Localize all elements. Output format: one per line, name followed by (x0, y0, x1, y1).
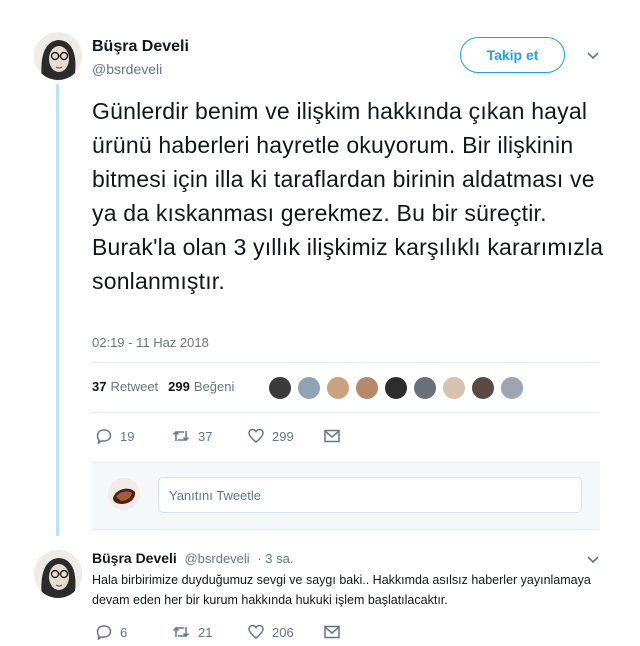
tweet-text: Günlerdir benim ve ilişkim hakkında çıka… (92, 98, 604, 294)
like-count: 299 (168, 379, 190, 394)
retweet-action[interactable]: 21 (172, 624, 224, 640)
reply-tweet-time[interactable]: · 3 sa. (257, 551, 293, 566)
like-stat[interactable]: 299 Beğeni (168, 379, 234, 394)
follow-button[interactable]: Takip et (460, 37, 565, 73)
heart-icon (248, 624, 264, 639)
divider (92, 362, 600, 363)
reply-icon (96, 625, 112, 640)
liker-avatar[interactable] (326, 376, 350, 400)
mail-icon (324, 625, 340, 639)
mail-icon (324, 429, 340, 443)
current-user-avatar (108, 478, 140, 510)
reply-icon (96, 429, 112, 444)
tweet-stats: 37 Retweet 299 Beğeni (92, 379, 244, 394)
reply-action[interactable]: 19 (96, 428, 148, 444)
chevron-down-icon[interactable] (586, 49, 600, 63)
message-action[interactable] (324, 625, 376, 639)
reply-tweet-header: Büşra Develi @bsrdeveli · 3 sa. (92, 550, 293, 566)
retweet-stat-label: Retweet (110, 379, 159, 394)
reply-input[interactable]: Yanıtını Tweetle (158, 477, 582, 513)
liker-avatars (268, 376, 529, 400)
tweet-actions: 19 37 299 (96, 428, 400, 444)
liker-avatar[interactable] (297, 376, 321, 400)
author-name[interactable]: Büşra Develi (92, 38, 189, 56)
like-count: 206 (272, 624, 294, 640)
liker-avatar[interactable] (355, 376, 379, 400)
retweet-icon (172, 430, 190, 442)
liker-avatar[interactable] (268, 376, 292, 400)
liker-avatar[interactable] (442, 376, 466, 400)
retweet-stat[interactable]: 37 Retweet (92, 379, 158, 394)
author-avatar[interactable] (34, 32, 82, 80)
liker-avatar[interactable] (500, 376, 524, 400)
message-action[interactable] (324, 429, 376, 443)
thread-connector-line (56, 84, 59, 536)
liker-avatar[interactable] (413, 376, 437, 400)
retweet-action[interactable]: 37 (172, 428, 224, 444)
author-handle[interactable]: @bsrdeveli (92, 61, 162, 77)
like-action[interactable]: 206 (248, 624, 300, 640)
reply-tweet-text: Hala birbirimize duyduğumuz sevgi ve say… (92, 573, 591, 607)
like-count: 299 (272, 428, 294, 444)
reply-tweet-actions: 6 21 206 (96, 624, 400, 640)
retweet-icon (172, 626, 190, 638)
reply-action[interactable]: 6 (96, 624, 148, 640)
reply-count: 6 (120, 624, 128, 640)
reply-author-avatar[interactable] (34, 550, 82, 598)
chevron-down-icon[interactable] (586, 553, 600, 567)
heart-icon (248, 428, 264, 443)
retweet-count: 21 (198, 624, 213, 640)
retweet-count: 37 (92, 379, 107, 394)
reply-author-name[interactable]: Büşra Develi (92, 550, 177, 566)
tweet-timestamp[interactable]: 02:19 - 11 Haz 2018 (92, 335, 209, 350)
like-action[interactable]: 299 (248, 428, 300, 444)
retweet-count: 37 (198, 428, 213, 444)
liker-avatar[interactable] (471, 376, 495, 400)
reply-author-handle[interactable]: @bsrdeveli (184, 551, 249, 566)
reply-count: 19 (120, 428, 135, 444)
liker-avatar[interactable] (384, 376, 408, 400)
like-stat-label: Beğeni (193, 379, 235, 394)
divider (92, 412, 600, 413)
